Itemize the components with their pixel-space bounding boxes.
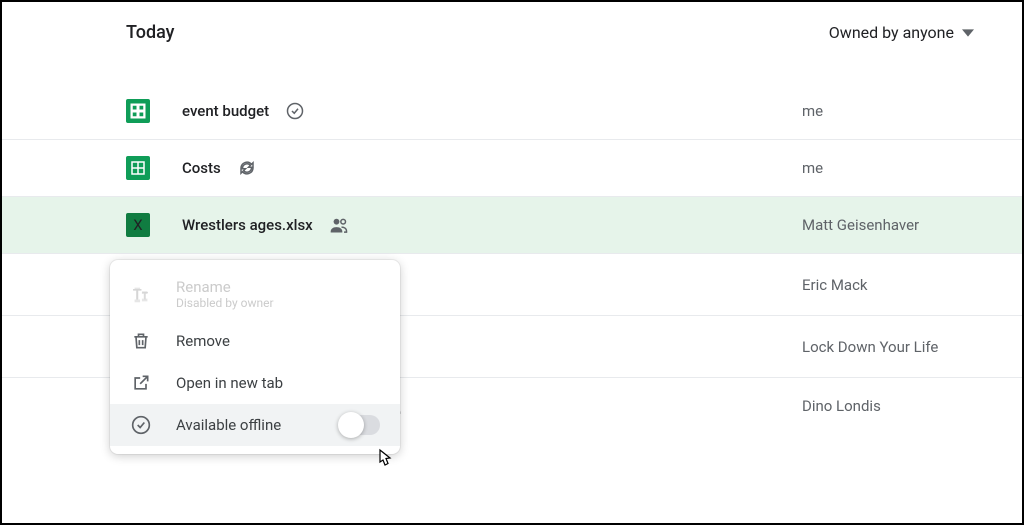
file-name: Costs <box>182 159 221 177</box>
menu-rename-subtext: Disabled by owner <box>176 296 274 310</box>
excel-icon: X <box>126 213 150 237</box>
rename-icon: TT <box>130 283 152 305</box>
offline-toggle[interactable] <box>340 415 380 435</box>
menu-open-new-tab[interactable]: Open in new tab <box>110 362 400 404</box>
menu-remove[interactable]: Remove <box>110 320 400 362</box>
svg-text:T: T <box>142 292 148 303</box>
svg-text:T: T <box>133 286 142 304</box>
menu-available-offline[interactable]: Available offline <box>110 404 400 446</box>
file-owner: me <box>802 159 823 177</box>
sheets-icon <box>126 99 150 123</box>
menu-open-new-tab-label: Open in new tab <box>176 374 283 392</box>
menu-remove-label: Remove <box>176 332 230 350</box>
menu-rename: TT Rename Disabled by owner <box>110 268 400 320</box>
sync-icon <box>237 158 257 178</box>
file-owner: Matt Geisenhaver <box>802 216 919 234</box>
offline-icon <box>130 414 152 436</box>
section-title: Today <box>126 22 175 43</box>
owner-filter-label: Owned by anyone <box>829 23 954 42</box>
menu-rename-label: Rename <box>176 278 274 296</box>
list-header: Today Owned by anyone <box>2 2 1022 71</box>
file-owner: Lock Down Your Life <box>802 338 938 356</box>
file-name: event budget <box>182 102 269 120</box>
open-new-tab-icon <box>130 372 152 394</box>
shared-icon <box>329 215 349 235</box>
owner-filter-dropdown[interactable]: Owned by anyone <box>829 23 974 42</box>
file-row[interactable]: event budget me <box>2 71 1022 139</box>
file-row[interactable]: X Wrestlers ages.xlsx Matt Geisenhaver <box>2 196 1022 253</box>
file-row[interactable]: Costs me <box>2 139 1022 196</box>
trash-icon <box>130 330 152 352</box>
context-menu: TT Rename Disabled by owner Remove Open … <box>110 260 400 454</box>
file-owner: Eric Mack <box>802 276 868 294</box>
file-owner: me <box>802 102 823 120</box>
file-owner: Dino Londis <box>802 397 881 415</box>
menu-offline-label: Available offline <box>176 416 281 434</box>
sheets-icon <box>126 156 150 180</box>
file-name: Wrestlers ages.xlsx <box>182 216 313 234</box>
toggle-knob <box>338 412 364 438</box>
offline-badge-icon <box>285 101 305 121</box>
caret-down-icon <box>962 27 974 39</box>
